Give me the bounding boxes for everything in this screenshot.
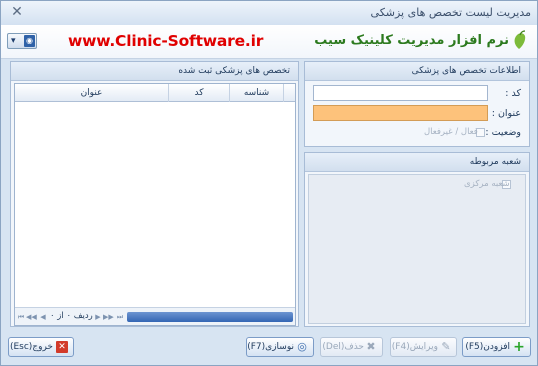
branch-panel: شعبه مربوطه شعبه مرکزی: [304, 152, 530, 327]
logo-text: نرم افزار مدیریت کلینیک سیب: [314, 33, 509, 48]
specialties-grid[interactable]: شناسه کد عنوان ⏮ ◀◀ ◀ ردیف ۰ از ۰ ▶ ▶▶ ⏭: [14, 83, 296, 326]
next-page-icon[interactable]: ▶▶: [103, 312, 114, 322]
delete-x-icon: ✖: [366, 340, 376, 353]
header-band: ▾ ◉ www.Clinic-Software.ir نرم افزار مدی…: [1, 25, 537, 59]
specialty-info-panel: اطلاعات تخصص های پزشکی کد : عنوان : وضعی…: [304, 61, 530, 147]
column-header-code[interactable]: کد: [168, 84, 229, 102]
add-button[interactable]: + افزودن(F5): [462, 337, 531, 357]
delete-button[interactable]: ✖ حذف(Del): [320, 337, 383, 357]
title-bar: مدیریت لیست تخصص های پزشکی ✕: [1, 1, 537, 25]
next-record-icon[interactable]: ▶: [93, 312, 103, 322]
edit-icon: ✎: [441, 340, 451, 353]
title-label: عنوان :: [491, 108, 521, 119]
exit-icon: ✕: [56, 341, 68, 353]
record-position-label: ردیف ۰ از ۰: [50, 311, 93, 321]
status-option-text: فعال / غیرفعال: [424, 127, 478, 137]
refresh-button[interactable]: ◎ نوسازی(F7): [246, 337, 314, 357]
code-input[interactable]: [313, 85, 488, 101]
specialties-grid-panel: تخصص های پزشکی ثبت شده شناسه کد عنوان ⏮ …: [10, 61, 299, 327]
exit-button[interactable]: ✕ خروج(Esc): [8, 337, 74, 357]
refresh-eye-icon: ◎: [297, 340, 307, 353]
horizontal-scrollbar[interactable]: [127, 312, 293, 322]
prev-page-icon[interactable]: ◀◀: [26, 312, 37, 322]
grid-row-indicator-header: [283, 84, 295, 102]
column-header-id[interactable]: شناسه: [229, 84, 283, 102]
last-record-icon[interactable]: ⏭: [115, 312, 125, 322]
status-label: وضعیت :: [485, 127, 521, 138]
branch-list: شعبه مرکزی: [308, 174, 526, 324]
column-header-title[interactable]: عنوان: [15, 84, 168, 102]
app-menu-icon: ◉: [24, 35, 35, 47]
grid-header: شناسه کد عنوان: [15, 84, 295, 102]
first-record-icon[interactable]: ⏮: [16, 312, 26, 322]
app-window: مدیریت لیست تخصص های پزشکی ✕ ▾ ◉ www.Cli…: [0, 0, 538, 366]
branch-panel-title: شعبه مربوطه: [305, 153, 529, 172]
info-panel-title: اطلاعات تخصص های پزشکی: [305, 62, 529, 81]
website-url[interactable]: www.Clinic-Software.ir: [68, 32, 263, 50]
prev-record-icon[interactable]: ◀: [38, 312, 48, 322]
chevron-down-icon: ▾: [11, 36, 16, 46]
grid-body[interactable]: [15, 103, 295, 305]
code-label: کد :: [505, 88, 521, 99]
branch-item-label: شعبه مرکزی: [464, 179, 510, 189]
grid-panel-title: تخصص های پزشکی ثبت شده: [11, 62, 298, 81]
title-input[interactable]: [313, 105, 488, 121]
close-icon[interactable]: ✕: [8, 5, 26, 21]
grid-navigator: ⏮ ◀◀ ◀ ردیف ۰ از ۰ ▶ ▶▶ ⏭: [15, 307, 295, 325]
window-title: مدیریت لیست تخصص های پزشکی: [370, 6, 531, 19]
plus-icon: +: [513, 339, 525, 355]
edit-button[interactable]: ✎ ویرایش(F4): [390, 337, 457, 357]
logo: نرم افزار مدیریت کلینیک سیب: [314, 30, 529, 54]
apple-leaf-icon: [514, 30, 526, 49]
menu-dropdown-button[interactable]: ▾ ◉: [7, 33, 37, 49]
